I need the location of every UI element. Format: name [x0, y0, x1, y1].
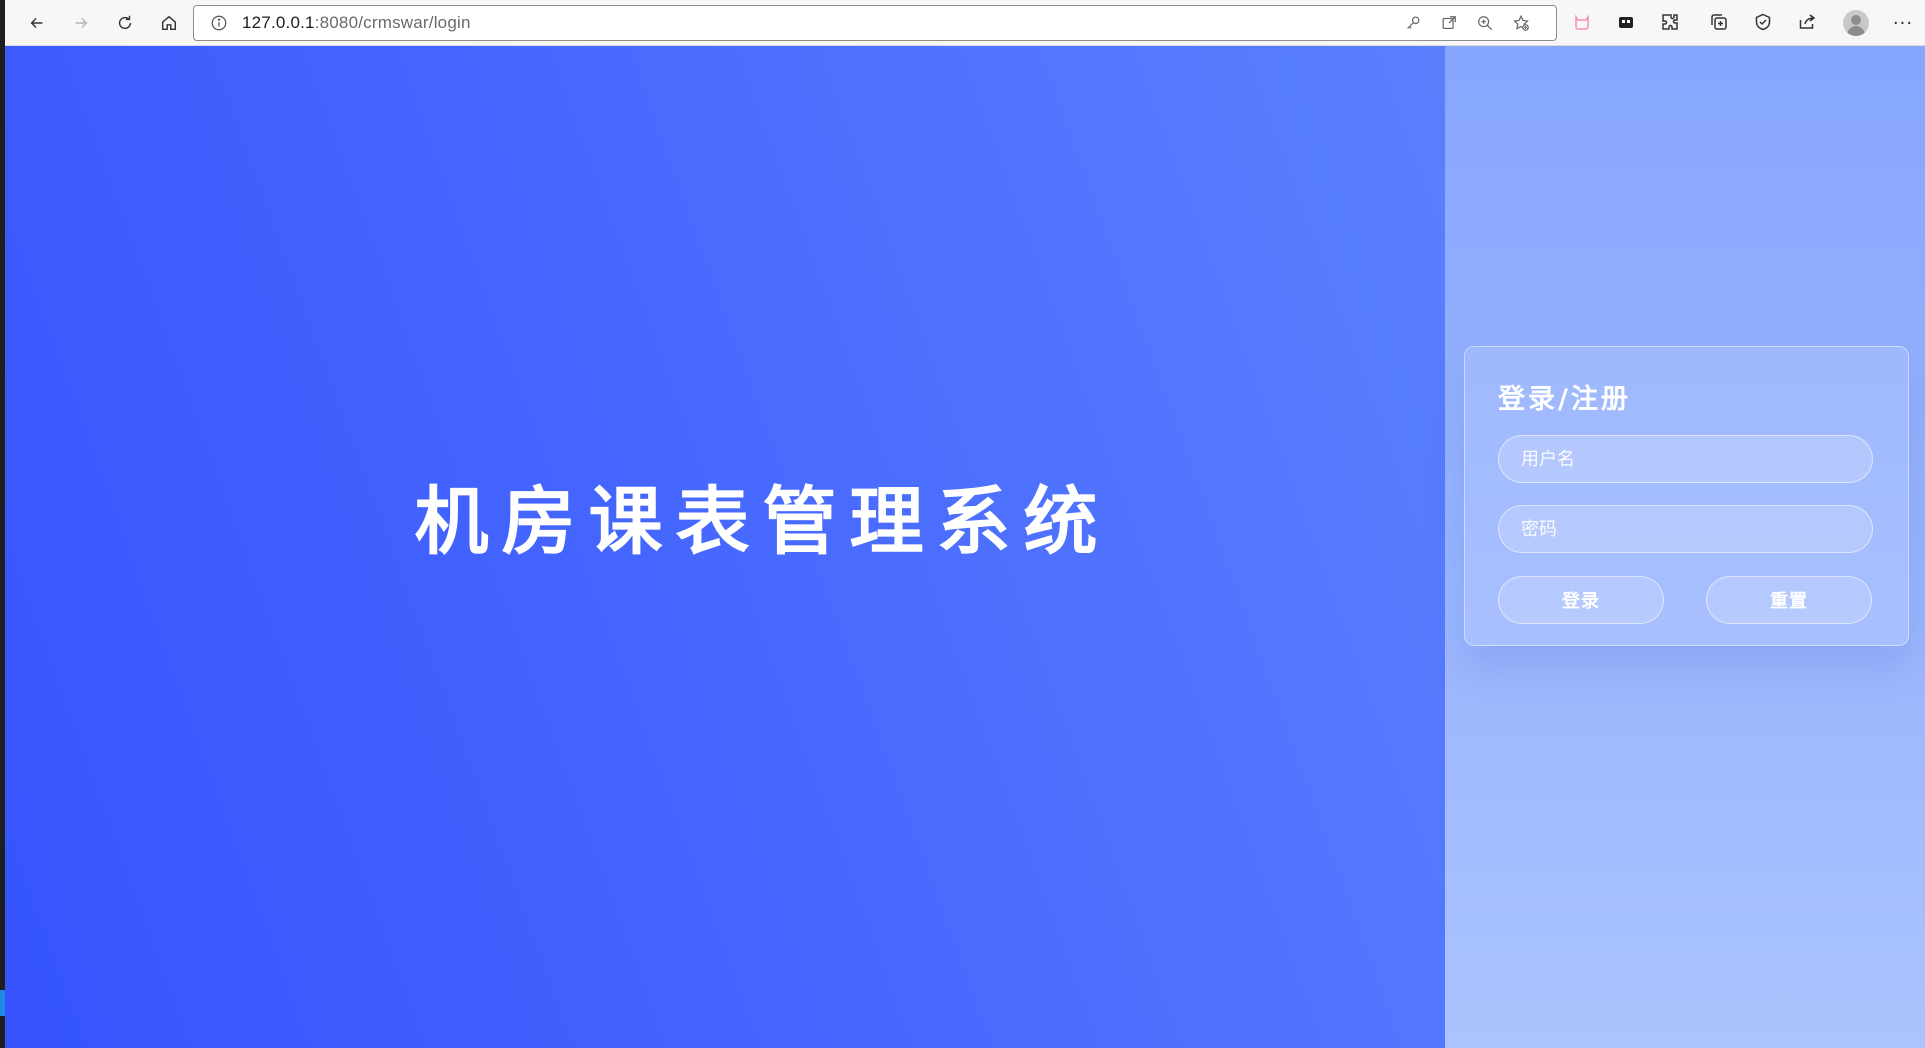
open-external-icon[interactable] [1440, 14, 1458, 32]
address-bar[interactable]: 127.0.0.1:8080/crmswar/login [193, 5, 1557, 41]
arrow-left-icon [30, 17, 43, 29]
key-icon[interactable] [1404, 14, 1422, 32]
favorite-star-icon[interactable] [1512, 14, 1530, 32]
login-card-title: 登录/注册 [1498, 384, 1631, 415]
refresh-button[interactable] [109, 7, 141, 39]
system-title: 机房课表管理系统 [414, 479, 1111, 565]
screen: 127.0.0.1:8080/crmswar/login ··· 机房课表管理系… [0, 0, 1925, 1048]
ellipsis-icon: ··· [1892, 12, 1914, 34]
url-path: :8080/crmswar/login [314, 13, 471, 32]
login-button[interactable]: 登录 [1498, 576, 1664, 624]
arrow-right-icon [75, 17, 88, 29]
info-icon[interactable] [210, 14, 228, 32]
url-host: 127.0.0.1 [242, 13, 315, 32]
browser-essentials-icon[interactable] [1752, 11, 1774, 33]
page-viewport: 机房课表管理系统 登录/注册 登录 重置 [5, 46, 1925, 1048]
ticket-extension-icon[interactable] [1615, 11, 1637, 33]
share-icon[interactable] [1796, 11, 1818, 33]
collections-icon[interactable] [1708, 11, 1730, 33]
forward-button[interactable] [65, 7, 97, 39]
browser-toolbar: 127.0.0.1:8080/crmswar/login ··· [5, 0, 1925, 46]
username-input[interactable] [1498, 435, 1873, 483]
url-text[interactable]: 127.0.0.1:8080/crmswar/login [242, 6, 471, 40]
more-menu-button[interactable]: ··· [1887, 8, 1919, 38]
refresh-icon [118, 15, 132, 30]
home-icon [161, 15, 177, 31]
profile-avatar[interactable] [1843, 10, 1869, 36]
login-card: 登录/注册 登录 重置 [1464, 346, 1909, 646]
password-input[interactable] [1498, 505, 1873, 553]
back-button[interactable] [21, 7, 53, 39]
home-button[interactable] [153, 7, 185, 39]
cat-extension-icon[interactable] [1571, 11, 1593, 33]
zoom-icon[interactable] [1476, 14, 1494, 32]
puzzle-extensions-icon[interactable] [1659, 11, 1681, 33]
avatar-body [1847, 26, 1865, 36]
reset-button[interactable]: 重置 [1706, 576, 1872, 624]
avatar-head [1851, 15, 1861, 25]
